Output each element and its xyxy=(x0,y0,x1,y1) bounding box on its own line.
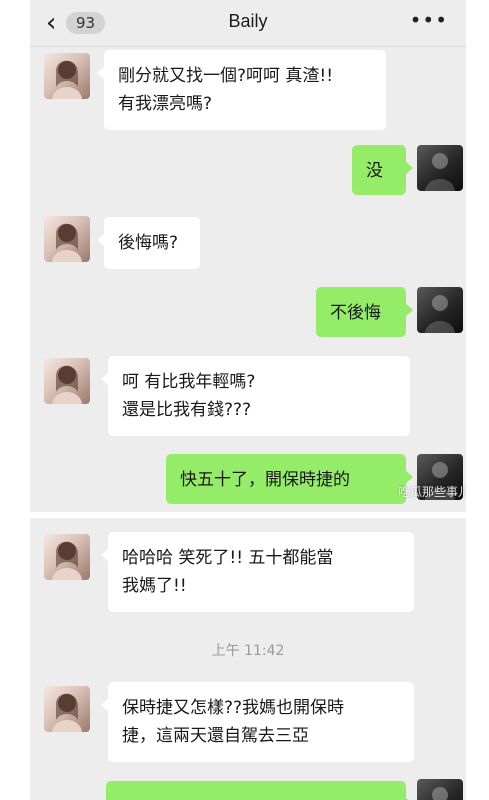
message-text: 後悔嗎? xyxy=(118,233,179,253)
message-text: 捷，這兩天還自駕去三亞 xyxy=(122,726,309,746)
contact-avatar[interactable] xyxy=(44,216,90,262)
my-avatar[interactable] xyxy=(417,145,463,191)
message-text: 我媽了!! xyxy=(122,576,187,596)
message-text: 不後悔 xyxy=(330,303,381,323)
my-avatar[interactable] xyxy=(417,779,463,800)
message-text: 快五十了，開保時捷的 xyxy=(180,470,350,490)
message-text: 還是比我有錢??? xyxy=(122,400,252,420)
contact-avatar[interactable] xyxy=(44,53,90,99)
chat-header: ‹ 93 Baily ••• xyxy=(30,0,466,47)
chat-screen: ‹ 93 Baily ••• 剛分就又找一個?呵呵 真渣!! 有我漂亮嗎? 没 … xyxy=(30,0,466,800)
outgoing-message[interactable] xyxy=(106,781,413,800)
contact-avatar[interactable] xyxy=(44,534,90,580)
incoming-message[interactable]: 呵 有比我年輕嗎? 還是比我有錢??? xyxy=(101,356,410,436)
screenshot-divider xyxy=(30,512,466,518)
incoming-message[interactable]: 剛分就又找一個?呵呵 真渣!! 有我漂亮嗎? xyxy=(97,50,386,130)
outgoing-message[interactable]: 没 xyxy=(352,145,413,195)
watermark-text: 吃瓜那些事儿 xyxy=(398,485,466,499)
message-text: 保時捷又怎樣??我媽也開保時 xyxy=(122,698,345,718)
incoming-message[interactable]: 保時捷又怎樣??我媽也開保時 捷，這兩天還自駕去三亞 xyxy=(101,682,414,762)
message-text: 呵 有比我年輕嗎? xyxy=(122,372,256,392)
more-dots-icon[interactable]: ••• xyxy=(410,8,448,32)
incoming-message[interactable]: 哈哈哈 笑死了!! 五十都能當 我媽了!! xyxy=(101,532,414,612)
contact-avatar[interactable] xyxy=(44,358,90,404)
outgoing-message[interactable]: 快五十了，開保時捷的 xyxy=(166,454,413,504)
chat-title: Baily xyxy=(228,11,268,31)
incoming-message[interactable]: 後悔嗎? xyxy=(97,217,200,269)
message-text: 没 xyxy=(366,161,383,181)
outgoing-message[interactable]: 不後悔 xyxy=(316,287,413,337)
message-text: 哈哈哈 笑死了!! 五十都能當 xyxy=(122,548,334,568)
my-avatar[interactable] xyxy=(417,287,463,333)
message-text: 剛分就又找一個?呵呵 真渣!! xyxy=(118,66,334,86)
message-text: 有我漂亮嗎? xyxy=(118,94,213,114)
message-timestamp: 上午 11:42 xyxy=(211,643,285,659)
contact-avatar[interactable] xyxy=(44,686,90,732)
